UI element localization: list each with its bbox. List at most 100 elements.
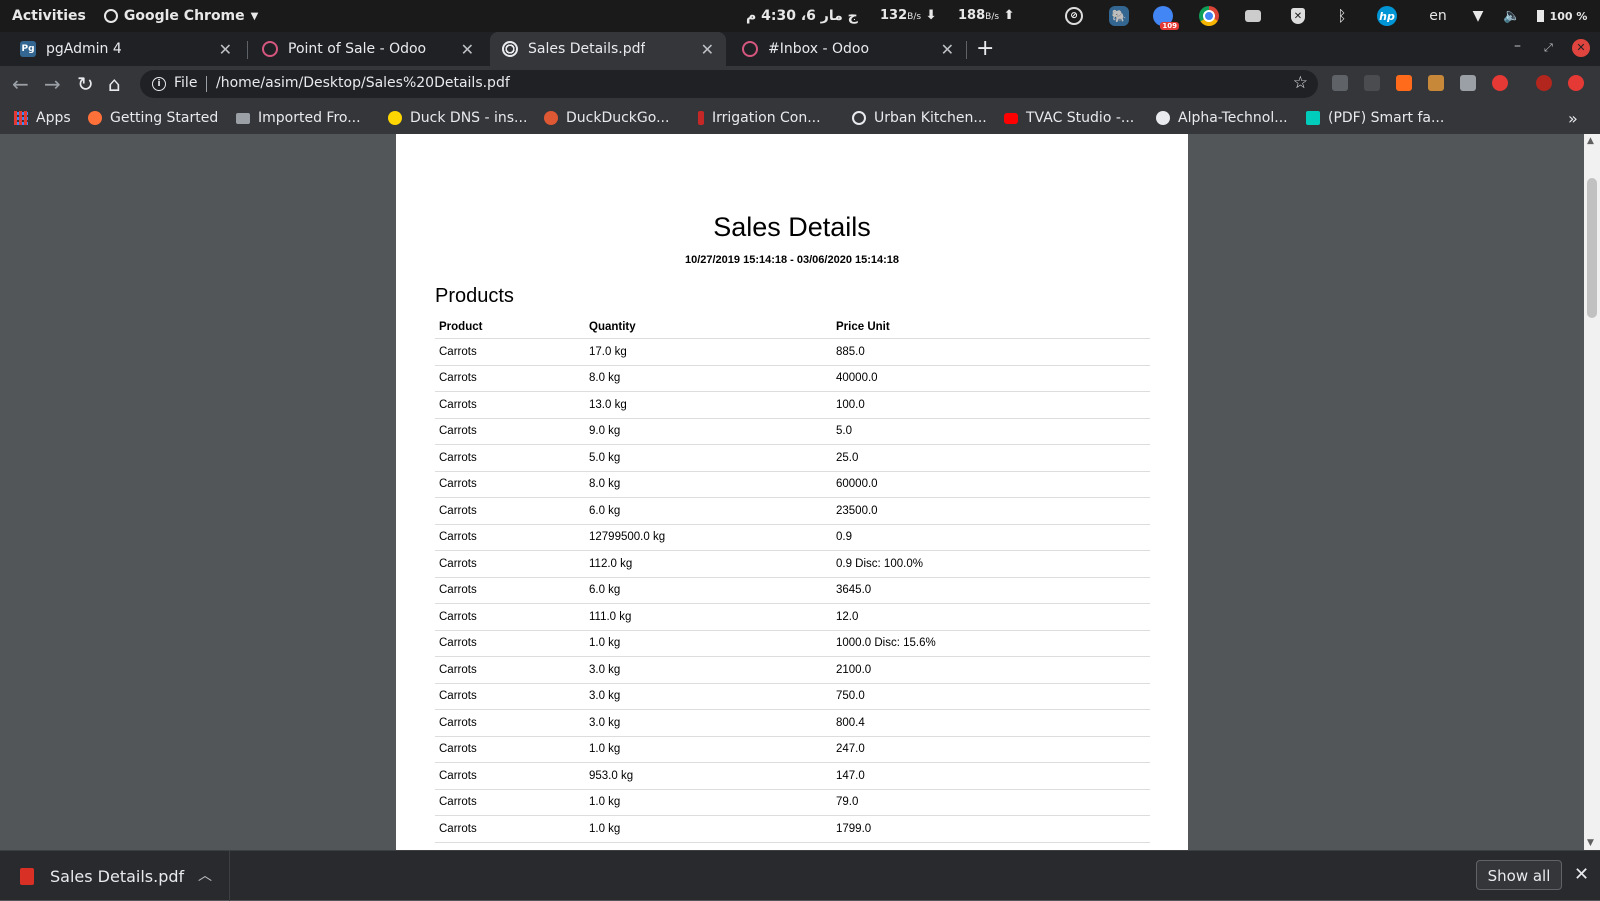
cell-product: Carrots — [435, 497, 585, 525]
wifi-icon[interactable]: ▼ — [1468, 0, 1488, 32]
postgres-elephant-icon[interactable]: 🐘 — [1106, 0, 1132, 32]
chevron-up-icon[interactable]: ︿ — [198, 865, 212, 885]
blocker-extension-icon[interactable] — [1492, 75, 1508, 91]
cell-price-unit: 885.0 — [832, 338, 1150, 366]
odoo-icon — [742, 41, 758, 57]
scrollbar-thumb[interactable] — [1587, 178, 1597, 318]
keyboard-layout[interactable]: en — [1426, 0, 1450, 32]
info-icon[interactable]: i — [152, 77, 166, 91]
close-icon[interactable]: ✕ — [1574, 864, 1589, 885]
bookmark-alpha-technol[interactable]: Alpha-Technol... — [1156, 102, 1288, 134]
bookmark-star-icon[interactable]: ☆ — [1293, 73, 1308, 93]
hp-icon[interactable]: hp — [1374, 0, 1400, 32]
bluetooth-icon[interactable]: ᛒ — [1330, 0, 1354, 32]
volume-icon[interactable]: 🔈 — [1502, 0, 1522, 32]
cell-product: Carrots — [435, 391, 585, 419]
maximize-icon[interactable]: ⤢ — [1544, 41, 1553, 55]
tab-separator — [247, 41, 248, 59]
cell-quantity: 1.0 kg — [585, 736, 832, 763]
cell-quantity: 953.0 kg — [585, 762, 832, 790]
cell-product: Carrots — [435, 789, 585, 816]
bookmark-duckduckgo[interactable]: DuckDuckGo... — [544, 102, 669, 134]
cell-quantity: 6.0 kg — [585, 577, 832, 604]
close-window-icon[interactable]: ✕ — [1572, 39, 1590, 57]
globe-icon — [852, 111, 866, 125]
shield-icon[interactable]: ✕ — [1286, 0, 1310, 32]
reload-icon[interactable]: ↻ — [77, 72, 94, 96]
clock[interactable]: ج مار 6، 4:30 م — [746, 0, 858, 32]
notification-icon[interactable]: 109 — [1150, 0, 1179, 32]
column-header-quantity: Quantity — [585, 316, 832, 339]
app-menu[interactable]: Google Chrome ▼ — [103, 8, 258, 24]
cell-price-unit: 12.0 — [832, 603, 1150, 631]
bookmarks-overflow-icon[interactable]: » — [1568, 102, 1578, 134]
cell-quantity: 112.0 kg — [585, 550, 832, 578]
cell-quantity: 3.0 kg — [585, 656, 832, 684]
tab-pgadmin[interactable]: Pg pgAdmin 4 ✕ — [8, 32, 244, 66]
extension-icon[interactable] — [1332, 75, 1348, 91]
cell-price-unit: 100.0 — [832, 391, 1150, 419]
table-row: Carrots 1.0 kg 247.0 — [435, 736, 1150, 763]
cell-product: Carrots — [435, 603, 585, 631]
close-icon[interactable]: ✕ — [219, 40, 232, 59]
show-all-button[interactable]: Show all — [1476, 860, 1562, 890]
tab-title: pgAdmin 4 — [46, 41, 122, 57]
tab-title: #Inbox - Odoo — [768, 41, 870, 57]
ninja-extension-icon[interactable] — [1428, 75, 1444, 91]
update-menu-icon[interactable] — [1568, 75, 1584, 91]
url-text[interactable]: /home/asim/Desktop/Sales%20Details.pdf — [216, 75, 510, 91]
cell-product: Carrots — [435, 338, 585, 366]
forward-icon[interactable]: → — [44, 72, 61, 96]
table-row: Carrots 111.0 kg 12.0 — [435, 603, 1150, 631]
cell-quantity: 8.0 kg — [585, 365, 832, 392]
bookmark-tvac-studio[interactable]: TVAC Studio -... — [1004, 102, 1134, 134]
close-icon[interactable]: ✕ — [461, 40, 474, 59]
table-row: Carrots 6.0 kg 3645.0 — [435, 577, 1150, 604]
bookmark-duckdns[interactable]: Duck DNS - ins... — [388, 102, 527, 134]
bookmark-apps[interactable]: Apps — [14, 102, 71, 134]
scroll-up-icon[interactable]: ▲ — [1587, 136, 1594, 146]
bookmark-imported[interactable]: Imported Fro... — [236, 102, 361, 134]
pdf-file-icon — [20, 867, 34, 885]
column-header-price-unit: Price Unit — [832, 316, 1150, 339]
bookmark-getting-started[interactable]: Getting Started — [88, 102, 218, 134]
puzzle-extension-icon[interactable] — [1460, 75, 1476, 91]
scroll-down-icon[interactable]: ▼ — [1587, 838, 1594, 848]
back-icon[interactable]: ← — [12, 72, 29, 96]
table-row: Carrots 8.0 kg 60000.0 — [435, 471, 1150, 498]
cell-quantity: 1.0 kg — [585, 815, 832, 843]
mug-icon[interactable] — [1240, 0, 1266, 32]
bookmark-smart-fa[interactable]: (PDF) Smart fa... — [1306, 102, 1444, 134]
bookmark-irrigation[interactable]: Irrigation Con... — [698, 102, 821, 134]
tab-point-of-sale[interactable]: Point of Sale - Odoo ✕ — [250, 32, 486, 66]
cell-product: Carrots — [435, 709, 585, 737]
bookmark-urban-kitchen[interactable]: Urban Kitchen... — [852, 102, 987, 134]
download-extension-icon[interactable] — [1396, 75, 1412, 91]
irrigation-icon — [698, 111, 704, 125]
close-icon[interactable]: ✕ — [701, 40, 714, 59]
pdf-viewer[interactable]: Sales Details 10/27/2019 15:14:18 - 03/0… — [0, 134, 1584, 850]
chrome-tray-icon[interactable] — [1196, 0, 1222, 32]
activities-button[interactable]: Activities — [0, 8, 86, 24]
chat-extension-icon[interactable] — [1364, 75, 1380, 91]
folder-icon — [236, 112, 250, 124]
battery-indicator[interactable]: 100 % — [1532, 0, 1592, 32]
tab-inbox[interactable]: #Inbox - Odoo ✕ — [730, 32, 966, 66]
document-title: Sales Details — [713, 212, 871, 242]
minimize-icon[interactable]: – — [1514, 38, 1521, 54]
duckdns-icon — [388, 111, 402, 125]
youtube-icon — [1004, 112, 1018, 124]
download-item[interactable]: Sales Details.pdf ︿ — [0, 851, 230, 901]
products-table: Product Quantity Price Unit Carrots 17.0 … — [435, 316, 1150, 843]
new-tab-button[interactable]: + — [976, 36, 994, 61]
address-bar[interactable]: i File /home/asim/Desktop/Sales%20Detail… — [140, 70, 1318, 98]
table-row: Carrots 3.0 kg 750.0 — [435, 683, 1150, 710]
home-icon[interactable]: ⌂ — [108, 72, 121, 96]
download-shelf: Sales Details.pdf ︿ Show all ✕ — [0, 850, 1600, 901]
profile-avatar[interactable] — [1536, 75, 1552, 91]
caffeine-icon[interactable]: ⊘ — [1062, 0, 1086, 32]
close-icon[interactable]: ✕ — [941, 40, 954, 59]
tab-sales-details[interactable]: Sales Details.pdf ✕ — [490, 32, 726, 66]
cell-product: Carrots — [435, 762, 585, 790]
vertical-scrollbar[interactable]: ▲ ▼ — [1584, 134, 1600, 850]
